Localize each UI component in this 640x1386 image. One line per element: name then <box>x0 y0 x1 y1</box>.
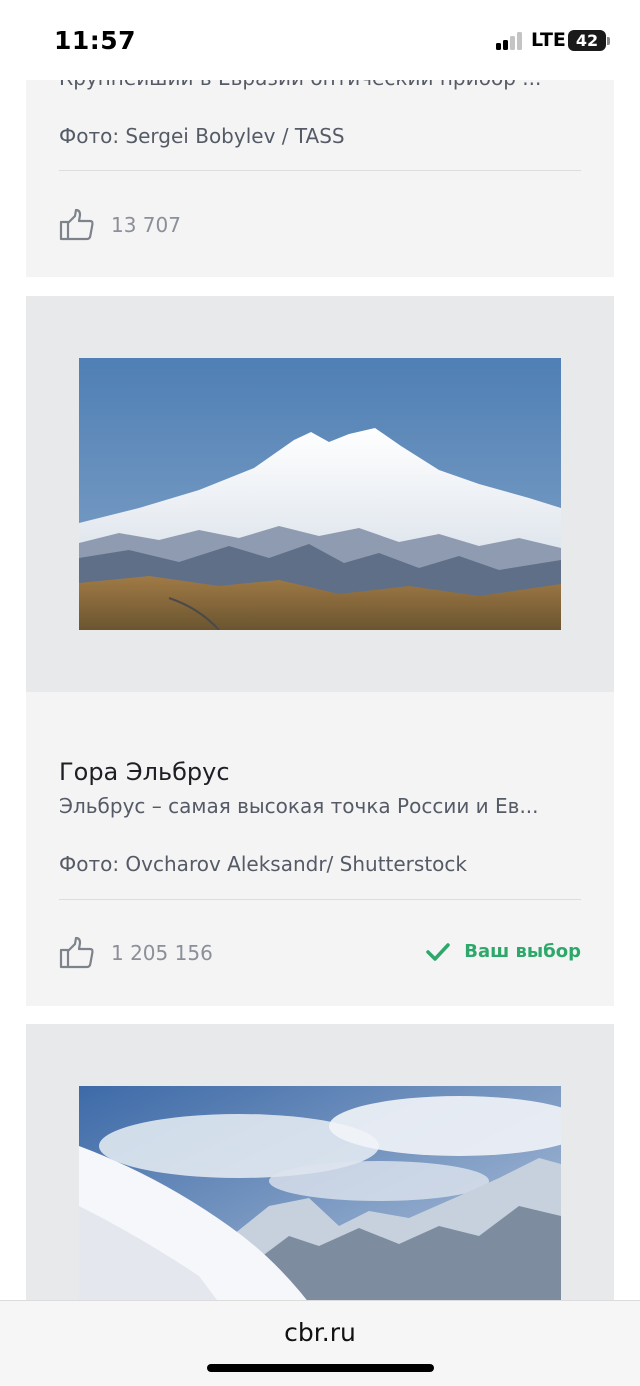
thumbs-up-icon <box>59 208 94 241</box>
your-choice-label: Ваш выбор <box>464 941 581 962</box>
like-count: 13 707 <box>111 213 181 237</box>
checkmark-icon <box>426 942 450 961</box>
photo-credit: Фото: Sergei Bobylev / TASS <box>59 124 345 148</box>
divider <box>59 170 581 171</box>
battery-cap <box>607 37 610 45</box>
card-title: Гора Эльбрус <box>59 758 230 786</box>
divider <box>59 899 581 900</box>
browser-url-bar[interactable]: cbr.ru <box>0 1300 640 1386</box>
thumbs-up-icon <box>59 936 94 969</box>
battery-icon: 42 <box>568 30 606 51</box>
image-container <box>26 1024 614 1316</box>
photo-card: Гора Эльбрус Эльбрус – самая высокая точ… <box>26 296 614 1006</box>
mountain-photo[interactable] <box>79 358 561 630</box>
status-bar: 11:57 LTE 42 <box>0 0 640 80</box>
signal-strength-icon <box>496 32 524 50</box>
your-choice-badge: Ваш выбор <box>426 941 581 962</box>
url-text[interactable]: cbr.ru <box>0 1318 640 1347</box>
photo-credit: Фото: Ovcharov Aleksandr/ Shutterstock <box>59 852 467 876</box>
photo-card <box>26 1024 614 1316</box>
home-indicator[interactable] <box>207 1364 434 1372</box>
like-button[interactable]: 1 205 156 <box>59 936 213 970</box>
like-button[interactable]: 13 707 <box>59 208 181 242</box>
like-count: 1 205 156 <box>111 941 213 965</box>
snowy-mountains-photo[interactable] <box>79 1086 561 1316</box>
photo-card: Крупнейший в Евразии оптический прибор .… <box>26 66 614 277</box>
network-type: LTE <box>531 29 566 51</box>
status-time: 11:57 <box>54 26 137 55</box>
card-description: Эльбрус – самая высокая точка России и Е… <box>59 794 539 818</box>
image-container <box>26 296 614 692</box>
